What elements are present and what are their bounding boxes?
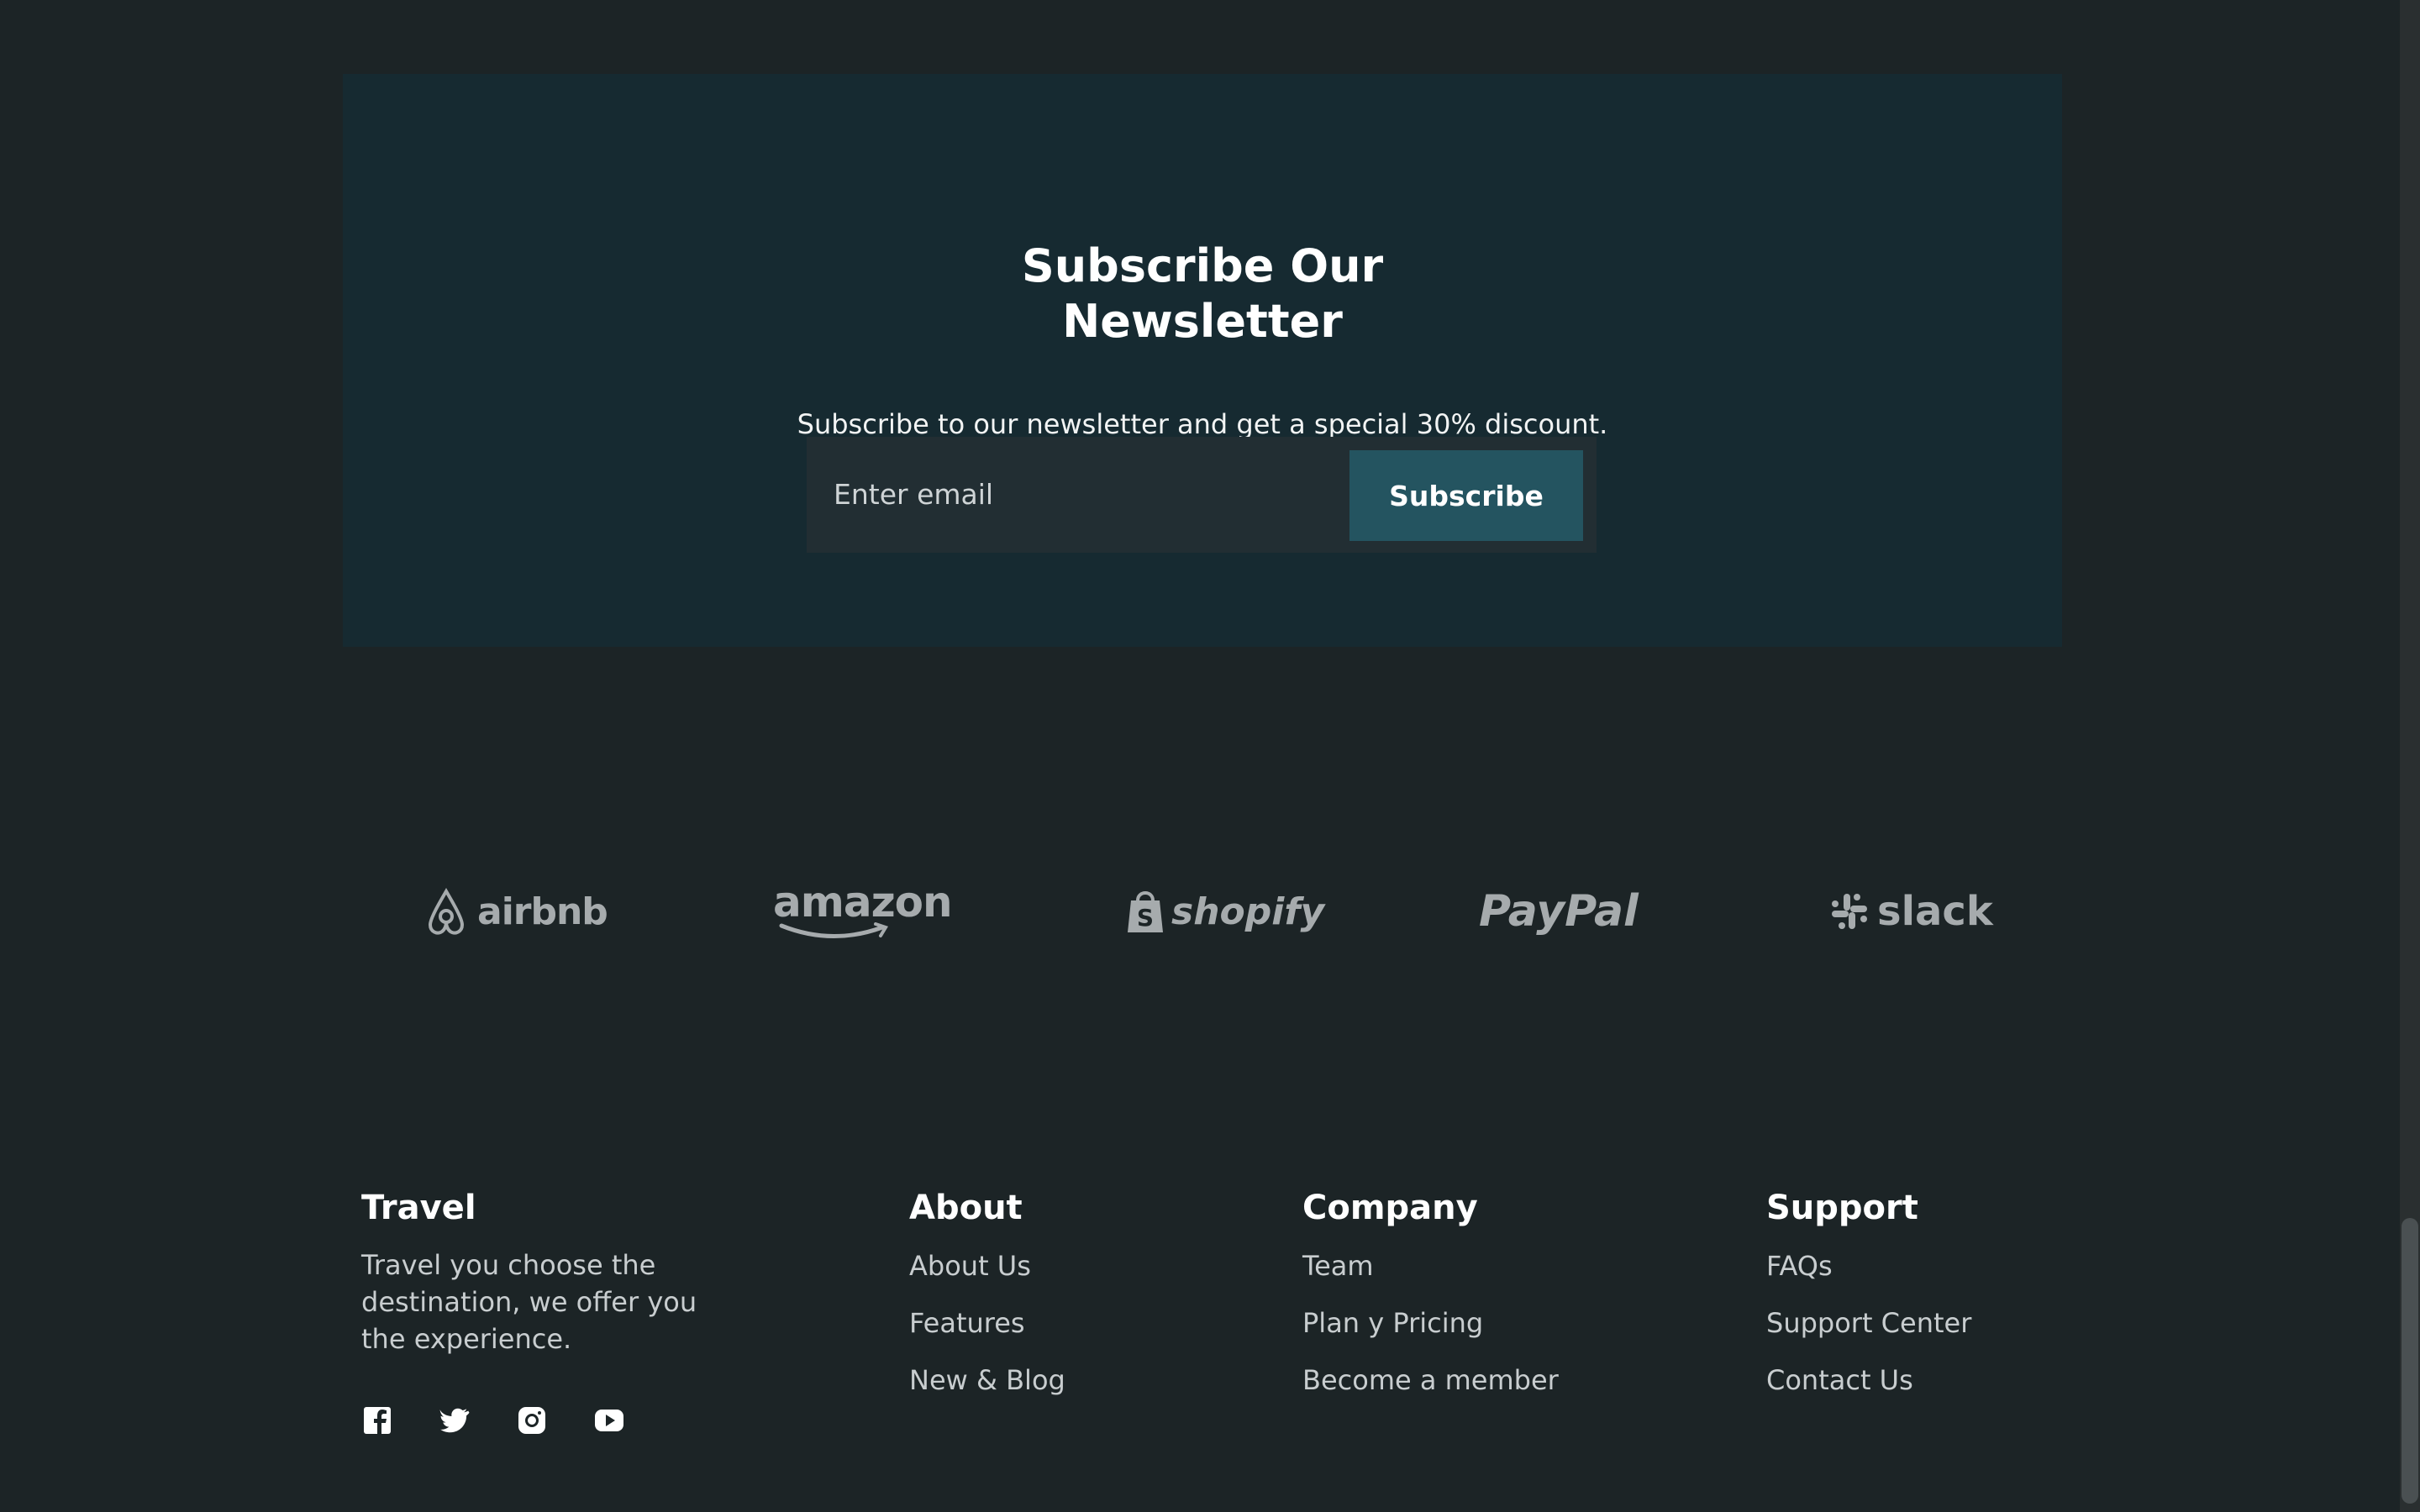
- footer-company-heading: Company: [1302, 1189, 1478, 1227]
- list-item: Plan y Pricing: [1302, 1304, 1559, 1342]
- paypal-wordmark: PayPal: [1479, 886, 1639, 937]
- airbnb-icon: [428, 888, 465, 935]
- link-plan-pricing[interactable]: Plan y Pricing: [1302, 1307, 1483, 1339]
- slack-hash-icon: [1832, 894, 1867, 929]
- email-input[interactable]: [827, 452, 1344, 536]
- instagram-icon[interactable]: [516, 1404, 548, 1436]
- amazon-wordmark: amazon: [773, 878, 953, 927]
- list-item: New & Blog: [909, 1361, 1065, 1399]
- link-team[interactable]: Team: [1302, 1250, 1374, 1282]
- shopify-bag-icon: S: [1128, 891, 1163, 932]
- paypal-logo: PayPal: [1479, 874, 1639, 949]
- newsletter-title-line2: Newsletter: [1062, 295, 1343, 348]
- link-new-blog[interactable]: New & Blog: [909, 1364, 1065, 1396]
- scrollbar[interactable]: [2400, 0, 2420, 1512]
- list-item: Team: [1302, 1247, 1559, 1285]
- link-faqs[interactable]: FAQs: [1766, 1250, 1833, 1282]
- newsletter-title: Subscribe Our Newsletter: [343, 239, 2062, 349]
- list-item: FAQs: [1766, 1247, 1971, 1285]
- shopify-logo: S shopify: [1126, 874, 1324, 949]
- brand-logos: airbnb amazon S shopify PayPal slack: [343, 874, 2062, 949]
- link-become-member[interactable]: Become a member: [1302, 1364, 1559, 1396]
- twitter-icon[interactable]: [439, 1404, 471, 1436]
- newsletter-section: Subscribe Our Newsletter Subscribe to ou…: [343, 74, 2062, 647]
- subscribe-button[interactable]: Subscribe: [1349, 450, 1583, 541]
- footer-company-column: Company Team Plan y Pricing Become a mem…: [1302, 1184, 1559, 1418]
- slack-logo: slack: [1830, 874, 1993, 949]
- list-item: Support Center: [1766, 1304, 1971, 1342]
- footer-travel-column: Travel Travel you choose the destination…: [361, 1184, 748, 1357]
- airbnb-wordmark: airbnb: [477, 890, 608, 933]
- footer-about-heading: About: [909, 1189, 1023, 1227]
- newsletter-title-line1: Subscribe Our: [1021, 239, 1384, 292]
- footer-about-column: About About Us Features New & Blog: [909, 1184, 1065, 1418]
- footer-support-column: Support FAQs Support Center Contact Us: [1766, 1184, 1971, 1418]
- social-links: [361, 1404, 625, 1436]
- list-item: Contact Us: [1766, 1361, 1971, 1399]
- svg-text:S: S: [1137, 904, 1154, 932]
- slack-wordmark: slack: [1877, 888, 1993, 935]
- shopify-wordmark: shopify: [1171, 890, 1325, 933]
- amazon-logo: amazon: [773, 874, 953, 949]
- link-support-center[interactable]: Support Center: [1766, 1307, 1971, 1339]
- footer-travel-text: Travel you choose the destination, we of…: [361, 1249, 697, 1355]
- footer-travel-heading: Travel: [361, 1189, 476, 1227]
- scrollbar-thumb[interactable]: [2402, 1218, 2418, 1504]
- link-features[interactable]: Features: [909, 1307, 1025, 1339]
- link-about-us[interactable]: About Us: [909, 1250, 1031, 1282]
- newsletter-form: Subscribe: [807, 437, 1597, 553]
- list-item: Become a member: [1302, 1361, 1559, 1399]
- footer-support-links: FAQs Support Center Contact Us: [1766, 1247, 1971, 1399]
- list-item: Features: [909, 1304, 1065, 1342]
- amazon-smile-icon: [779, 922, 888, 938]
- link-contact-us[interactable]: Contact Us: [1766, 1364, 1913, 1396]
- list-item: About Us: [909, 1247, 1065, 1285]
- youtube-icon[interactable]: [593, 1404, 625, 1436]
- footer-about-links: About Us Features New & Blog: [909, 1247, 1065, 1399]
- footer-company-links: Team Plan y Pricing Become a member: [1302, 1247, 1559, 1399]
- airbnb-logo: airbnb: [424, 874, 608, 949]
- footer-support-heading: Support: [1766, 1189, 1918, 1227]
- facebook-icon[interactable]: [361, 1404, 393, 1436]
